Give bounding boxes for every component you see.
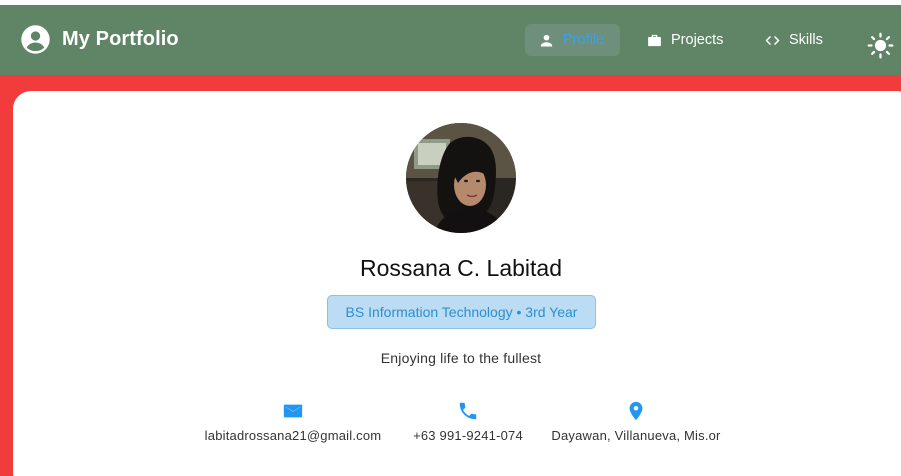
brand[interactable]: My Portfolio [20,24,179,55]
email-icon [283,404,303,418]
person-icon [540,34,553,47]
nav-projects-button[interactable]: Projects [634,24,734,56]
location-pin-icon [629,401,643,421]
contact-phone-text: +63 991-9241-074 [413,428,523,443]
contact-email-text: labitadrossana21@gmail.com [204,428,382,443]
sun-icon[interactable] [867,32,894,59]
contact-email[interactable]: labitadrossana21@gmail.com [198,400,388,443]
briefcase-icon [648,34,661,46]
app-title: My Portfolio [62,28,179,50]
profile-name: Rossana C. Labitad [359,255,562,281]
profile-photo [406,123,516,233]
profile-tagline: Enjoying life to the fullest [380,350,542,366]
app-bar: My Portfolio Profile Projects Skills [0,5,901,75]
contact-location[interactable]: Dayawan, Villanueva, Mis.or [548,400,724,443]
nav-profile-label: Profile [563,32,605,48]
nav-profile-button[interactable]: Profile [525,24,620,56]
nav-skills-label: Skills [789,32,823,48]
nav-projects-label: Projects [671,32,724,48]
nav-skills-button[interactable]: Skills [752,24,834,56]
phone-icon [459,402,477,420]
contact-location-text: Dayawan, Villanueva, Mis.or [551,428,721,443]
account-circle-icon [21,25,50,54]
program-chip: BS Information Technology • 3rd Year [327,295,596,329]
code-icon [765,35,780,45]
contact-phone[interactable]: +63 991-9241-074 [408,400,528,443]
